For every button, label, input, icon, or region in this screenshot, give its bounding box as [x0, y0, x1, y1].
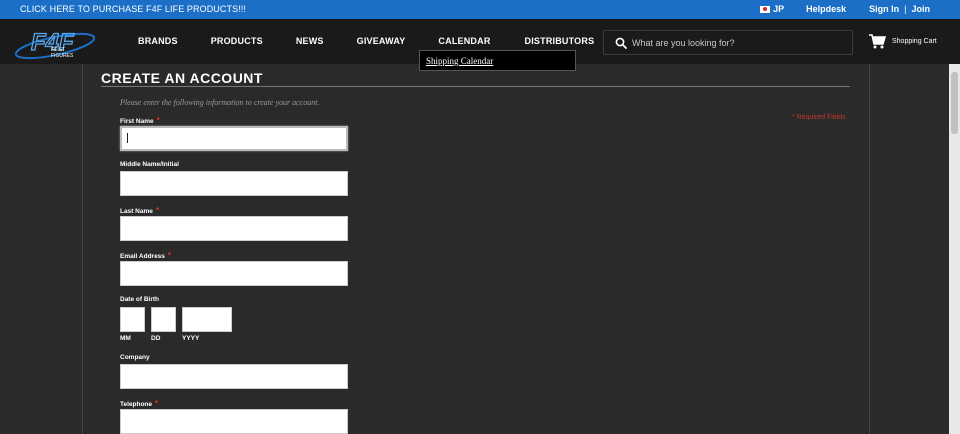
telephone-label-text: Telephone	[120, 401, 153, 408]
japan-flag-icon	[760, 5, 771, 13]
company-input[interactable]	[120, 364, 348, 389]
middle-name-label: Middle Name/Initial	[120, 161, 179, 168]
sign-in-link[interactable]: Sign In	[869, 4, 899, 14]
scrollbar-thumb[interactable]	[951, 72, 958, 134]
company-label: Company	[120, 354, 150, 361]
telephone-label: Telephone *	[120, 399, 158, 408]
title-divider	[101, 86, 850, 87]
create-account-panel: CREATE AN ACCOUNT Please enter the follo…	[82, 64, 870, 434]
nav-brands[interactable]: BRANDS	[138, 36, 178, 46]
required-fields-note: * Required Fields	[792, 114, 846, 121]
dob-month-input[interactable]	[120, 307, 145, 332]
search-icon[interactable]	[615, 37, 627, 49]
email-label: Email Address *	[120, 251, 171, 260]
page-scrollbar[interactable]	[949, 64, 960, 434]
nav-calendar[interactable]: CALENDAR	[438, 36, 490, 46]
required-marker: *	[155, 206, 159, 215]
dob-month-label: MM	[120, 335, 131, 342]
main-nav: BRANDS PRODUCTS NEWS GIVEAWAY CALENDAR D…	[138, 36, 594, 46]
dob-year-label: YYYY	[182, 335, 200, 342]
calendar-dropdown: Shipping Calendar	[419, 50, 576, 71]
required-marker: *	[156, 116, 160, 125]
dob-day-label: DD	[151, 335, 161, 342]
join-link[interactable]: Join	[911, 4, 930, 14]
form-intro: Please enter the following information t…	[120, 98, 320, 107]
nav-products[interactable]: PRODUCTS	[211, 36, 263, 46]
page-title: CREATE AN ACCOUNT	[101, 70, 263, 86]
language-jp-label: JP	[773, 4, 785, 14]
language-jp-link[interactable]: JP	[760, 4, 784, 14]
dob-day-input[interactable]	[151, 307, 176, 332]
first-name-label: First Name *	[120, 116, 160, 125]
last-name-input[interactable]	[120, 216, 348, 241]
nav-distributors[interactable]: DISTRIBUTORS	[525, 36, 595, 46]
shopping-cart-label: Shopping Cart	[892, 38, 937, 45]
required-marker: *	[155, 399, 159, 408]
middle-name-input[interactable]	[120, 171, 348, 196]
link-divider: |	[904, 4, 907, 14]
search-input[interactable]	[632, 35, 842, 51]
nav-giveaway[interactable]: GIVEAWAY	[357, 36, 406, 46]
shopping-cart-link[interactable]: Shopping Cart	[869, 34, 937, 49]
f4f-logo[interactable]: F4F FEIST FIGURES	[15, 24, 101, 60]
nav-news[interactable]: NEWS	[296, 36, 324, 46]
last-name-label: Last Name *	[120, 206, 159, 215]
top-links: JP Helpdesk Sign In | Join	[760, 4, 930, 14]
first-name-label-text: First Name	[120, 118, 154, 125]
search-box	[603, 30, 853, 55]
shopping-cart-icon	[869, 34, 886, 49]
text-caret	[127, 133, 128, 143]
promo-link[interactable]: CLICK HERE TO PURCHASE F4F LIFE PRODUCTS…	[20, 4, 246, 14]
required-marker: *	[167, 251, 172, 260]
last-name-label-text: Last Name	[120, 208, 153, 215]
helpdesk-link[interactable]: Helpdesk	[806, 4, 846, 14]
logo-subtext-2: FIGURES	[51, 53, 74, 59]
email-input[interactable]	[120, 261, 348, 286]
dob-year-input[interactable]	[182, 307, 232, 332]
email-label-text: Email Address	[120, 253, 165, 260]
telephone-input[interactable]	[120, 409, 348, 434]
dob-label: Date of Birth	[120, 296, 159, 303]
first-name-input[interactable]	[120, 126, 348, 151]
shipping-calendar-link[interactable]: Shipping Calendar	[426, 56, 493, 66]
promo-bar: CLICK HERE TO PURCHASE F4F LIFE PRODUCTS…	[0, 0, 960, 19]
